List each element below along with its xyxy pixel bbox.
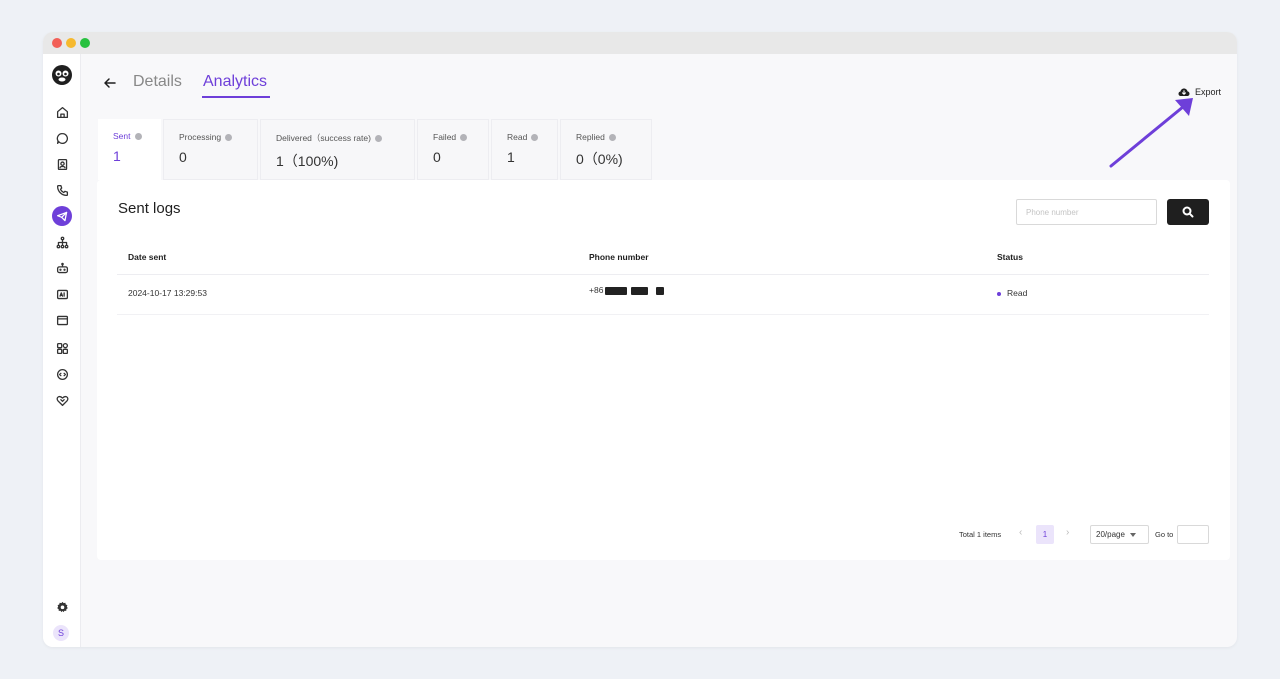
app-window: S Details Analytics Export Sent 1 Proces…	[43, 32, 1237, 647]
search-button[interactable]	[1167, 199, 1209, 225]
contacts-icon[interactable]	[52, 154, 72, 174]
stat-card-read[interactable]: Read 1	[491, 119, 558, 180]
goto-page-input[interactable]	[1177, 525, 1209, 544]
close-window-button[interactable]	[52, 38, 62, 48]
integration-icon[interactable]	[52, 364, 72, 384]
stat-card-delivered[interactable]: Delivered（success rate) 1（100%)	[260, 119, 415, 180]
stat-value: 0	[433, 149, 441, 165]
stat-card-sent[interactable]: Sent 1	[98, 119, 161, 180]
chat-icon[interactable]	[52, 128, 72, 148]
stat-label: Replied	[576, 132, 605, 142]
sidebar: S	[43, 54, 81, 647]
redaction-block	[656, 286, 665, 295]
chevron-down-icon	[1129, 532, 1136, 537]
stat-label: Delivered（success rate)	[276, 133, 371, 143]
stat-card-failed[interactable]: Failed 0	[417, 119, 489, 180]
stat-label: Sent	[113, 131, 131, 141]
column-header-status: Status	[997, 252, 1023, 262]
app-logo[interactable]	[51, 64, 73, 86]
phone-prefix: +86	[589, 285, 604, 295]
pagination-total: Total 1 items	[959, 530, 1002, 539]
table-row[interactable]: 2024-10-17 13:29:53 +86 Read	[117, 275, 1209, 315]
help-icon[interactable]	[225, 133, 233, 141]
help-icon[interactable]	[134, 132, 142, 140]
stat-value: 0	[179, 149, 187, 165]
column-header-phone: Phone number	[589, 252, 649, 262]
tab-analytics[interactable]: Analytics	[203, 73, 267, 91]
status-dot-icon	[997, 291, 1001, 296]
page-size-select[interactable]: 20/page	[1090, 525, 1149, 544]
stat-value: 1（100%)	[276, 153, 339, 169]
stat-label: Read	[507, 132, 528, 142]
help-icon[interactable]	[531, 133, 539, 141]
phone-icon[interactable]	[52, 180, 72, 200]
sent-logs-table: Date sent Phone number Status 2024-10-17…	[117, 242, 1209, 315]
goto-label: Go to	[1155, 530, 1174, 539]
status-label: Read	[1007, 288, 1028, 298]
cell-phone-number: +86	[589, 285, 665, 295]
stat-value: 0（0%)	[576, 151, 623, 167]
active-tab-indicator	[202, 96, 270, 98]
stat-label: Failed	[433, 132, 457, 142]
page-size-value: 20/page	[1096, 530, 1125, 539]
annotation-arrow-icon	[1109, 98, 1193, 168]
cell-status: Read	[997, 288, 1027, 298]
redaction-block	[605, 286, 628, 295]
stat-label: Processing	[179, 132, 222, 142]
bot-icon[interactable]	[52, 258, 72, 278]
ai-icon[interactable]	[52, 284, 72, 304]
user-avatar[interactable]: S	[53, 625, 69, 641]
apps-icon[interactable]	[52, 338, 72, 358]
back-arrow-icon[interactable]	[103, 76, 117, 90]
maximize-window-button[interactable]	[80, 38, 90, 48]
tab-details[interactable]: Details	[133, 73, 182, 91]
prev-page-icon[interactable]: ‹	[1019, 527, 1022, 538]
cell-date-sent: 2024-10-17 13:29:53	[128, 288, 207, 298]
next-page-icon[interactable]: ›	[1066, 527, 1069, 538]
template-icon[interactable]	[52, 310, 72, 330]
search-icon	[1182, 206, 1194, 218]
home-icon[interactable]	[52, 102, 72, 122]
table-header: Date sent Phone number Status	[117, 242, 1209, 275]
broadcast-icon[interactable]	[52, 206, 72, 226]
help-icon[interactable]	[460, 133, 468, 141]
stat-value: 1	[507, 149, 515, 165]
stats-tabs: Sent 1 Processing 0 Delivered（success ra…	[98, 119, 652, 180]
stat-value: 1	[113, 148, 121, 164]
phone-search-input[interactable]	[1016, 199, 1157, 225]
stat-card-processing[interactable]: Processing 0	[163, 119, 258, 180]
help-icon[interactable]	[374, 134, 382, 142]
settings-icon[interactable]	[52, 597, 72, 617]
window-titlebar	[43, 32, 1237, 54]
flow-icon[interactable]	[52, 232, 72, 252]
page-number-button[interactable]: 1	[1036, 525, 1054, 544]
panel-title: Sent logs	[118, 200, 181, 217]
column-header-date: Date sent	[128, 252, 167, 262]
stat-card-replied[interactable]: Replied 0（0%)	[560, 119, 652, 180]
minimize-window-button[interactable]	[66, 38, 76, 48]
partner-icon[interactable]	[52, 390, 72, 410]
help-icon[interactable]	[608, 133, 616, 141]
sent-logs-panel: Sent logs Date sent Phone number Status …	[97, 180, 1230, 560]
redaction-block	[631, 286, 649, 295]
